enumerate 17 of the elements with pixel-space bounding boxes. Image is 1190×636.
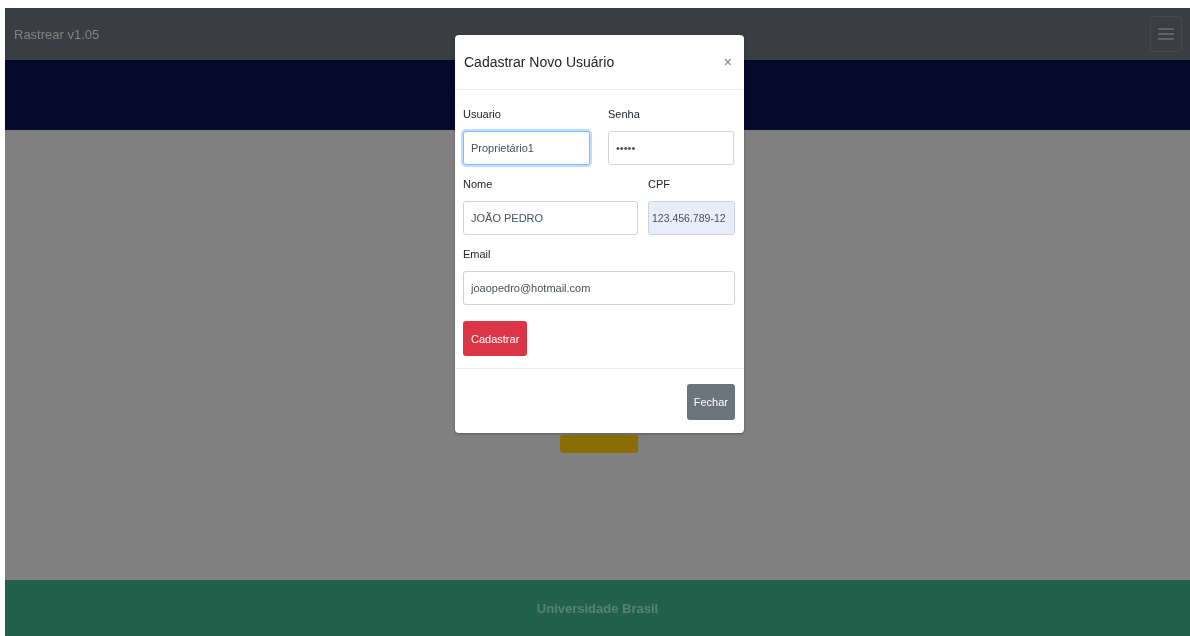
- modal-title: Cadastrar Novo Usuário: [464, 54, 615, 70]
- close-button[interactable]: Fechar: [686, 384, 735, 420]
- menu-icon: [1158, 27, 1174, 41]
- close-button[interactable]: ×: [721, 54, 734, 70]
- button[interactable]: [560, 435, 638, 453]
- input-field[interactable]: JOÃO PEDRO: [463, 201, 638, 235]
- field-label: Email: [463, 247, 492, 262]
- input-field[interactable]: joaopedro@hotmail.com: [463, 271, 735, 305]
- field-label: Nome: [463, 177, 494, 192]
- input-field[interactable]: Proprietário1: [463, 131, 590, 165]
- field-label: Senha: [608, 107, 641, 122]
- submit-button[interactable]: Cadastrar: [463, 321, 528, 356]
- menu-button[interactable]: [1150, 16, 1182, 52]
- field-label: CPF: [648, 177, 671, 192]
- field-label: Usuario: [463, 107, 502, 122]
- input-field[interactable]: 123.456.789-12: [648, 201, 735, 235]
- input-field[interactable]: •••••: [608, 131, 734, 165]
